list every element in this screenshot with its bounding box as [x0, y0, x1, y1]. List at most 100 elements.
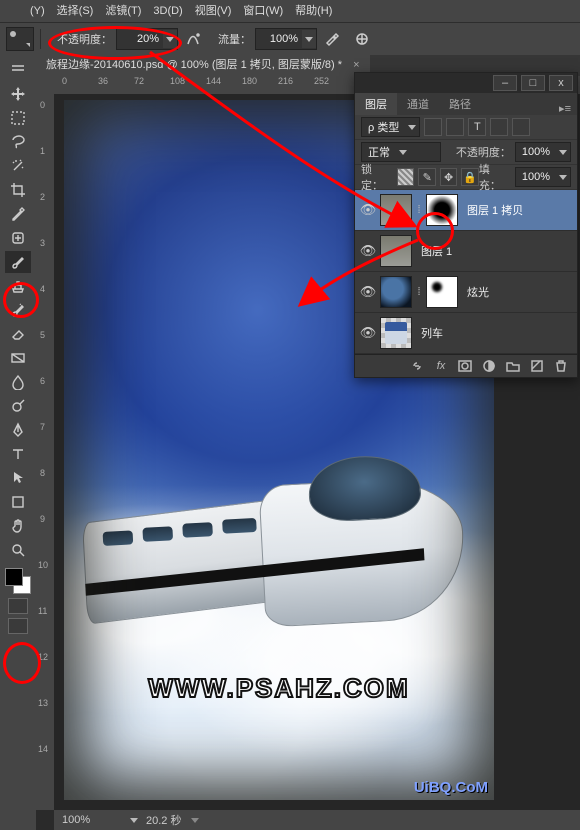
new-group-icon[interactable] [504, 358, 522, 374]
tab-grip-icon[interactable] [5, 59, 31, 81]
maximize-button[interactable]: □ [521, 75, 545, 91]
layer-name[interactable]: 图层 1 拷贝 [467, 202, 523, 218]
opacity-value[interactable]: 20% [117, 33, 163, 45]
flow-value[interactable]: 100% [256, 33, 302, 45]
opacity-dropdown[interactable] [163, 30, 177, 48]
adjustment-layer-icon[interactable] [480, 358, 498, 374]
layer-mask-thumbnail[interactable] [426, 276, 458, 308]
tab-paths[interactable]: 路径 [439, 93, 481, 115]
layer-row[interactable]: 👁 ⁞ 图层 1 拷贝 [355, 190, 577, 231]
menu-3d[interactable]: 3D(D) [147, 0, 188, 22]
layer-thumbnail[interactable] [380, 317, 412, 349]
eyedropper-tool[interactable] [5, 203, 31, 225]
layer-thumbnail[interactable] [380, 276, 412, 308]
document-tab[interactable]: 旅程边缘-20140610.psd @ 100% (图层 1 拷贝, 图层蒙版/… [36, 54, 370, 76]
lock-position-icon[interactable]: ✥ [440, 168, 457, 186]
close-icon[interactable]: × [353, 59, 359, 71]
fx-icon[interactable]: fx [432, 358, 450, 374]
lock-transparency-icon[interactable] [397, 168, 414, 186]
delete-layer-icon[interactable] [552, 358, 570, 374]
marquee-tool[interactable] [5, 107, 31, 129]
smart-filter-icon[interactable] [512, 118, 530, 136]
shape-filter-icon[interactable] [490, 118, 508, 136]
ruler-tick: 14 [38, 744, 48, 754]
layer-opacity-field[interactable]: 100% [515, 142, 571, 162]
magic-wand-tool[interactable] [5, 155, 31, 177]
layer-row[interactable]: 👁 列车 [355, 313, 577, 354]
visibility-icon[interactable]: 👁 [359, 325, 377, 341]
menu-window[interactable]: 窗口(W) [237, 0, 289, 22]
layer-row[interactable]: 👁 图层 1 [355, 231, 577, 272]
link-layers-icon[interactable] [408, 358, 426, 374]
layers-panel[interactable]: – □ x 图层 通道 路径 ▸≡ ρ 类型 T 正常 不透明度： 100% 锁… [354, 72, 578, 378]
path-select-tool[interactable] [5, 467, 31, 489]
visibility-icon[interactable]: 👁 [359, 243, 377, 259]
blend-mode-select[interactable]: 正常 [361, 142, 441, 162]
type-tool[interactable] [5, 443, 31, 465]
lasso-tool[interactable] [5, 131, 31, 153]
panel-menu-icon[interactable]: ▸≡ [553, 102, 577, 115]
tablet-pressure-icon[interactable] [351, 28, 373, 50]
menu-select[interactable]: 选择(S) [51, 0, 100, 22]
screenmode-toggle[interactable] [8, 618, 28, 634]
eraser-tool[interactable] [5, 323, 31, 345]
img-filter-icon[interactable] [424, 118, 442, 136]
layer-name[interactable]: 炫光 [467, 284, 489, 300]
link-icon[interactable]: ⁞ [415, 277, 423, 307]
tab-channels[interactable]: 通道 [397, 93, 439, 115]
flow-field[interactable]: 100% [255, 28, 317, 50]
layer-name[interactable]: 图层 1 [421, 243, 452, 259]
type-filter-icon[interactable]: T [468, 118, 486, 136]
layer-thumbnail[interactable] [380, 194, 412, 226]
move-tool[interactable] [5, 83, 31, 105]
lock-all-icon[interactable]: 🔒 [461, 168, 478, 186]
brush-preset-picker[interactable] [6, 27, 34, 51]
zoom-dropdown-icon[interactable] [130, 818, 138, 823]
lock-pixels-icon[interactable]: ✎ [418, 168, 435, 186]
ruler-vertical[interactable]: 0 1 2 3 4 5 6 7 8 9 10 11 12 13 14 [36, 94, 55, 810]
layer-mask-thumbnail[interactable] [426, 194, 458, 226]
tab-layers[interactable]: 图层 [355, 93, 397, 115]
opacity-pressure-icon[interactable] [182, 28, 204, 50]
tool-bar [0, 54, 36, 830]
layer-thumbnail[interactable] [380, 235, 412, 267]
hand-tool[interactable] [5, 515, 31, 537]
layer-row[interactable]: 👁 ⁞ 炫光 [355, 272, 577, 313]
clone-stamp-tool[interactable] [5, 275, 31, 297]
pen-tool[interactable] [5, 419, 31, 441]
menu-help[interactable]: 帮助(H) [289, 0, 338, 22]
healing-brush-tool[interactable] [5, 227, 31, 249]
flow-dropdown[interactable] [302, 30, 316, 48]
visibility-icon[interactable]: 👁 [359, 284, 377, 300]
crop-tool[interactable] [5, 179, 31, 201]
menu-item[interactable]: (Y) [24, 0, 51, 22]
blur-tool[interactable] [5, 371, 31, 393]
menu-view[interactable]: 视图(V) [189, 0, 238, 22]
adjust-filter-icon[interactable] [446, 118, 464, 136]
airbrush-icon[interactable] [321, 28, 343, 50]
opacity-field[interactable]: 20% [116, 28, 178, 50]
history-brush-tool[interactable] [5, 299, 31, 321]
new-layer-icon[interactable] [528, 358, 546, 374]
shape-tool[interactable] [5, 491, 31, 513]
layer-name[interactable]: 列车 [421, 325, 443, 341]
brush-tool[interactable] [5, 251, 31, 273]
quickmask-toggle[interactable] [8, 598, 28, 614]
layer-filter-type[interactable]: ρ 类型 [361, 117, 420, 137]
zoom-level[interactable]: 100% [62, 814, 122, 826]
status-menu-icon[interactable] [191, 818, 199, 823]
foreground-color[interactable] [5, 568, 23, 586]
menu-filter[interactable]: 滤镜(T) [99, 0, 147, 22]
color-swatches[interactable] [5, 568, 31, 594]
ruler-tick: 11 [38, 606, 47, 616]
link-icon[interactable]: ⁞ [415, 195, 423, 225]
add-mask-icon[interactable] [456, 358, 474, 374]
close-button[interactable]: x [549, 75, 573, 91]
zoom-tool[interactable] [5, 539, 31, 561]
gradient-tool[interactable] [5, 347, 31, 369]
fill-field[interactable]: 100% [515, 167, 571, 187]
dodge-tool[interactable] [5, 395, 31, 417]
ruler-tick: 13 [38, 698, 48, 708]
visibility-icon[interactable]: 👁 [359, 202, 377, 218]
minimize-button[interactable]: – [493, 75, 517, 91]
